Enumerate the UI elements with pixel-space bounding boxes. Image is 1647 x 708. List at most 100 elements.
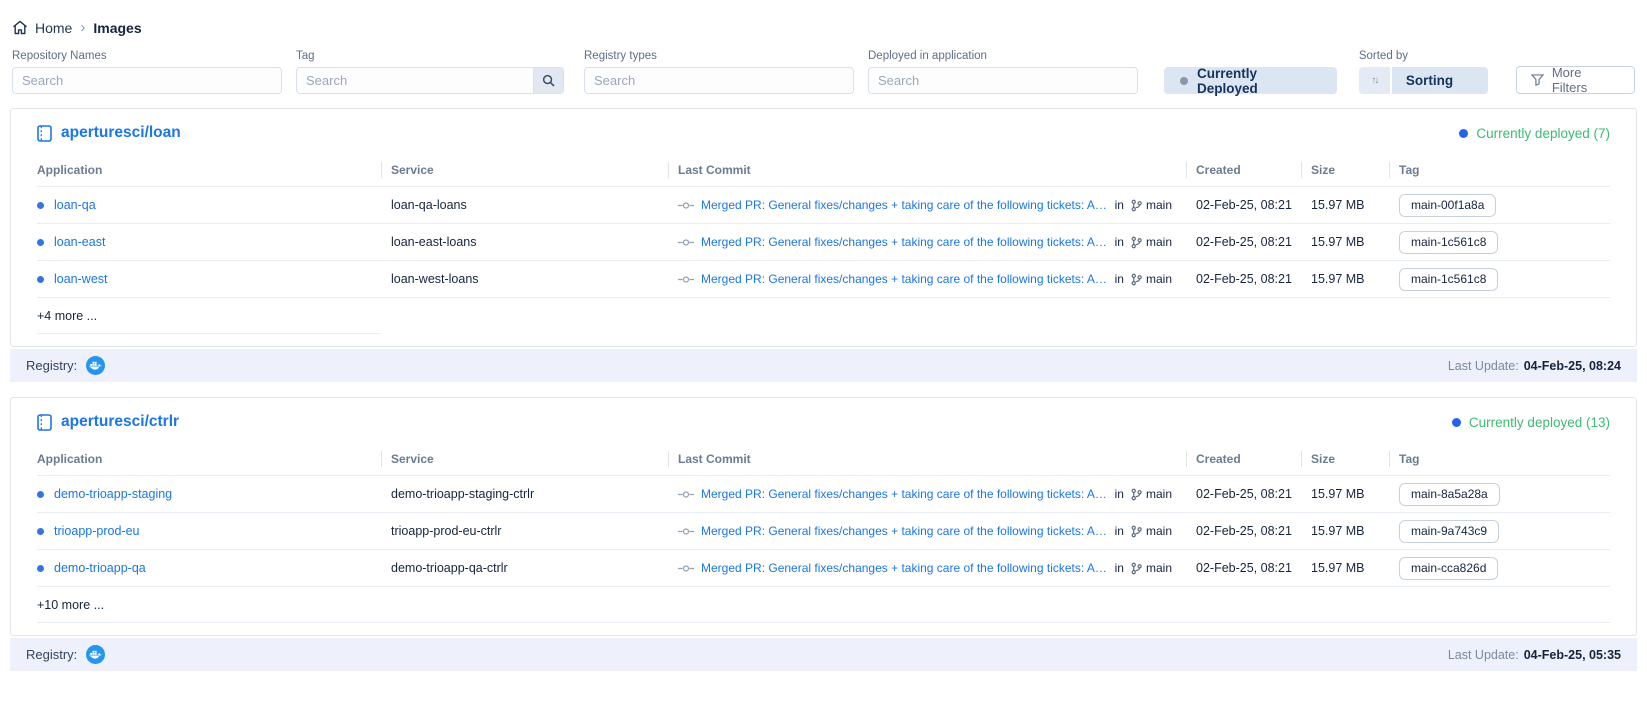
application-link[interactable]: loan-qa [54,198,96,212]
sorted-by-label: Sorted by [1359,50,1488,62]
repo-title-link[interactable]: aperturesci/ctrlr [37,413,179,431]
service-name: loan-east-loans [381,235,668,249]
commit-icon [678,201,694,210]
repo-name[interactable]: aperturesci/loan [61,124,181,142]
docker-registry-icon [86,645,105,664]
application-link[interactable]: demo-trioapp-staging [54,487,172,501]
currently-deployed-toggle[interactable]: Currently Deployed [1164,67,1337,94]
deployed-status-label: Currently deployed (7) [1476,126,1610,141]
sorting-dropdown-label: Sorting [1406,73,1453,88]
registry-label: Registry: [26,358,77,373]
repository-names-input[interactable] [12,67,282,94]
deployed-status: Currently deployed (7) [1459,126,1610,141]
repository-icon [37,125,52,142]
home-icon [12,20,28,35]
deployed-status: Currently deployed (13) [1452,415,1610,430]
repo-name[interactable]: aperturesci/ctrlr [61,413,179,431]
created-value: 02-Feb-25, 08:21 [1186,524,1301,538]
last-update-value: 04-Feb-25, 08:24 [1524,359,1621,373]
breadcrumb-current: Images [93,20,141,36]
sorting-dropdown[interactable]: Sorting [1392,67,1488,94]
commit-message-link[interactable]: Merged PR: General fixes/changes + takin… [701,272,1108,286]
more-filters-button[interactable]: More Filters [1516,66,1635,94]
currently-deployed-dot-icon [1180,77,1188,85]
git-branch-icon [1131,199,1142,212]
commit-in-label: in [1115,198,1124,212]
last-update-label: Last Update: [1448,648,1519,662]
table-row: demo-trioapp-staging demo-trioapp-stagin… [37,476,1610,513]
deployed-status-dot-icon [1452,418,1461,427]
commit-message-link[interactable]: Merged PR: General fixes/changes + takin… [701,561,1108,575]
tag-badge: main-cca826d [1399,557,1498,580]
registry-types-input[interactable] [584,67,854,94]
created-value: 02-Feb-25, 08:21 [1186,198,1301,212]
tag-input[interactable] [296,67,534,94]
card-header: aperturesci/loan Currently deployed (7) [11,109,1636,154]
column-header-application: Application [37,154,381,186]
app-status-dot-icon [37,565,44,572]
application-link[interactable]: demo-trioapp-qa [54,561,146,575]
tag-badge: main-1c561c8 [1399,231,1498,254]
column-header-size: Size [1301,154,1389,186]
commit-message-link[interactable]: Merged PR: General fixes/changes + takin… [701,235,1108,249]
sort-direction-button[interactable]: ↑↓ [1359,67,1390,94]
breadcrumb-home-link[interactable]: Home [12,20,72,36]
column-header-created: Created [1186,443,1301,475]
app-status-dot-icon [37,276,44,283]
branch-name: main [1146,198,1172,212]
tag-badge: main-8a5a28a [1399,483,1500,506]
application-link[interactable]: loan-east [54,235,105,249]
service-name: trioapp-prod-eu-ctrlr [381,524,668,538]
commit-message-link[interactable]: Merged PR: General fixes/changes + takin… [701,198,1108,212]
app-status-dot-icon [37,491,44,498]
breadcrumb-home-label[interactable]: Home [35,20,72,36]
size-value: 15.97 MB [1301,235,1389,249]
application-link[interactable]: trioapp-prod-eu [54,524,139,538]
last-update-label: Last Update: [1448,359,1519,373]
table-header-row: Application Service Last Commit Created … [37,443,1610,476]
commit-message-link[interactable]: Merged PR: General fixes/changes + takin… [701,487,1108,501]
table-row: demo-trioapp-qa demo-trioapp-qa-ctrlr Me… [37,550,1610,587]
column-header-last-commit: Last Commit [668,154,1186,186]
application-link[interactable]: loan-west [54,272,108,286]
tag-label: Tag [296,50,564,62]
tag-badge: main-1c561c8 [1399,268,1498,291]
column-header-last-commit: Last Commit [668,443,1186,475]
search-icon [542,74,555,87]
commit-in-label: in [1115,487,1124,501]
git-branch-icon [1131,525,1142,538]
app-status-dot-icon [37,528,44,535]
branch-name: main [1146,487,1172,501]
registry-types-label: Registry types [584,50,854,62]
card-header: aperturesci/ctrlr Currently deployed (13… [11,398,1636,443]
show-more-rows[interactable]: +10 more ... [37,587,1610,623]
table-row: trioapp-prod-eu trioapp-prod-eu-ctrlr Me… [37,513,1610,550]
commit-icon [678,275,694,284]
sort-group: Sorted by ↑↓ Sorting [1359,50,1488,94]
commit-in-label: in [1115,561,1124,575]
repo-title-link[interactable]: aperturesci/loan [37,124,181,142]
column-header-created: Created [1186,154,1301,186]
service-name: loan-west-loans [381,272,668,286]
repo-card-ctrlr: aperturesci/ctrlr Currently deployed (13… [10,397,1637,671]
commit-in-label: in [1115,235,1124,249]
column-header-application: Application [37,443,381,475]
card-footer: Registry: Last Update: 04-Feb-25, 08:24 [10,349,1637,382]
deployed-in-application-input[interactable] [868,67,1138,94]
git-branch-icon [1131,236,1142,249]
deployed-in-application-label: Deployed in application [868,50,1138,62]
last-update-value: 04-Feb-25, 05:35 [1524,648,1621,662]
branch-name: main [1146,524,1172,538]
table-row: loan-qa loan-qa-loans Merged PR: General… [37,187,1610,224]
service-name: demo-trioapp-qa-ctrlr [381,561,668,575]
tag-badge: main-9a743c9 [1399,520,1499,543]
created-value: 02-Feb-25, 08:21 [1186,561,1301,575]
tag-search-button[interactable] [534,67,564,94]
column-header-service: Service [381,154,668,186]
column-header-tag: Tag [1389,443,1610,475]
commit-message-link[interactable]: Merged PR: General fixes/changes + takin… [701,524,1108,538]
show-more-rows[interactable]: +4 more ... [37,298,1610,334]
docker-registry-icon [86,356,105,375]
registry-types-filter: Registry types [584,50,854,94]
currently-deployed-toggle-label: Currently Deployed [1197,66,1321,96]
